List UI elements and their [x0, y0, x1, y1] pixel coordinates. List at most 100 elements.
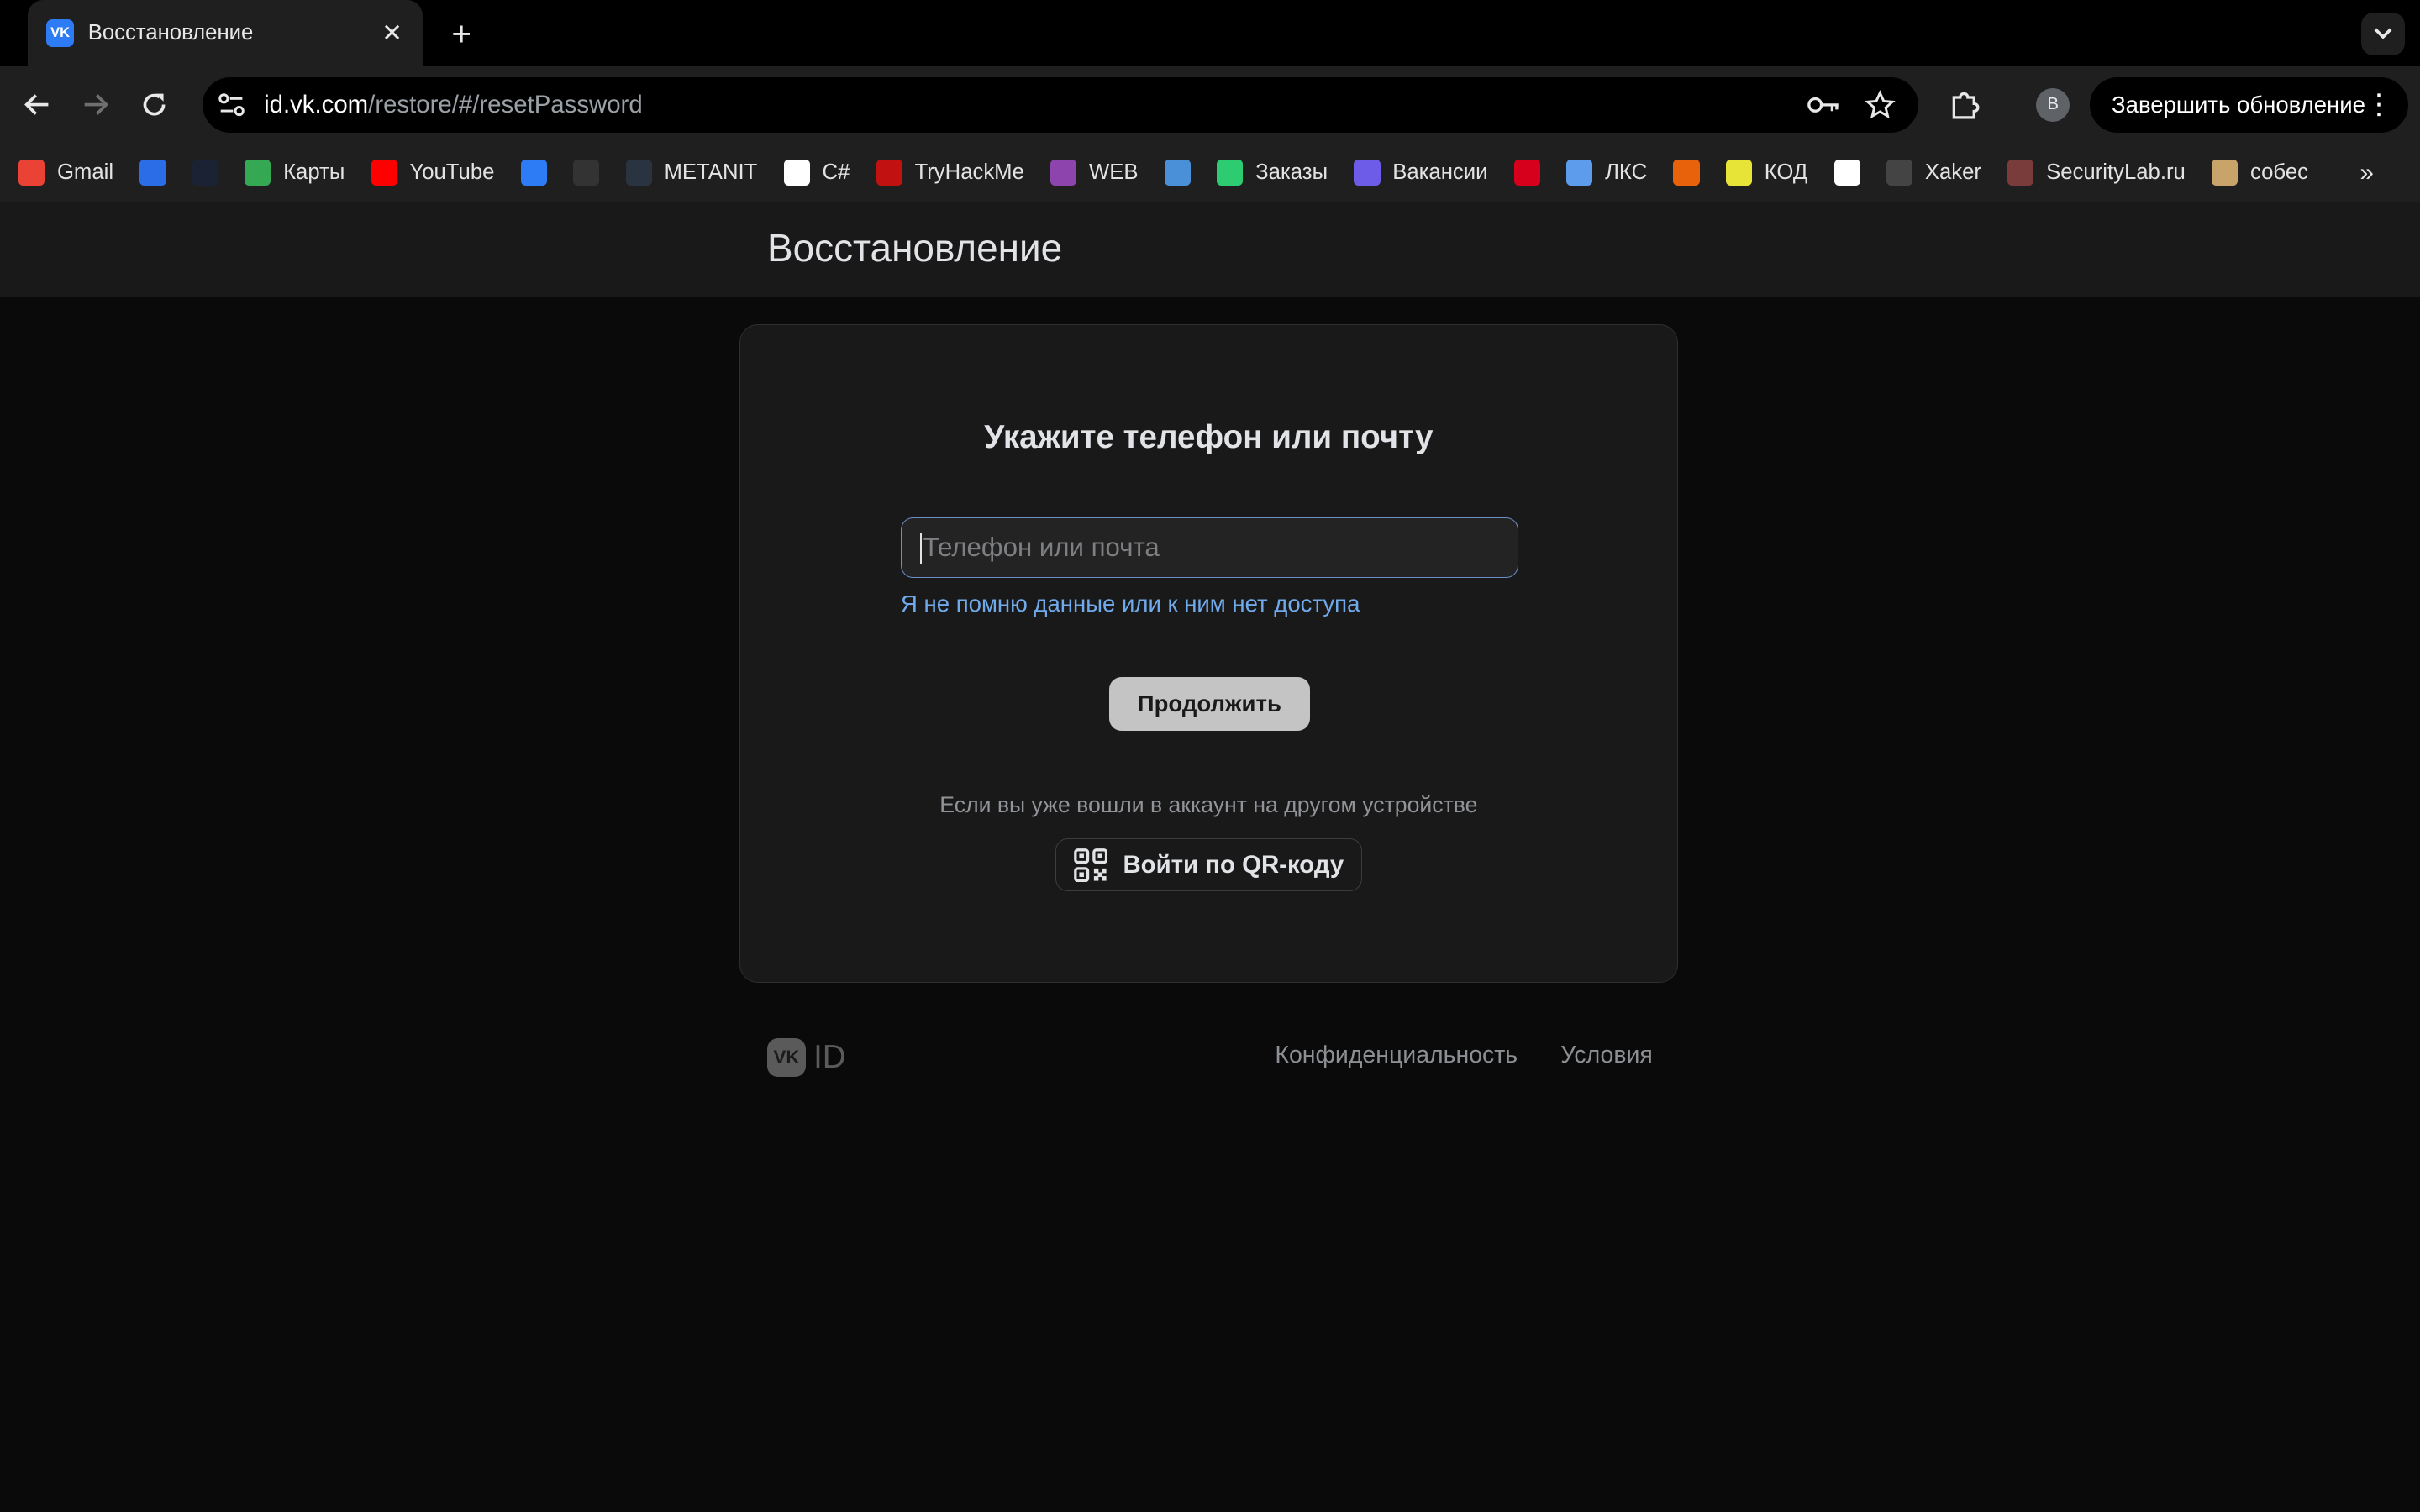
phone-or-email-field[interactable] — [900, 517, 1518, 579]
xaker-icon — [1886, 159, 1913, 186]
tab-strip: VK Восстановление ✕ + — [0, 0, 2420, 66]
gmail-icon — [18, 159, 45, 186]
qr-login-label: Войти по QR-коду — [1123, 850, 1344, 879]
bookmark-item[interactable] — [520, 159, 547, 186]
bookmark-item[interactable]: SecurityLab.ru — [2007, 159, 2186, 186]
qr-code-icon — [1073, 848, 1107, 882]
gear-icon — [1164, 159, 1192, 186]
html-icon — [1050, 159, 1077, 186]
bookmarks-bar: Gmail Карты YouTube METANIT C# TryHackMe WEB За… — [0, 143, 2420, 202]
bookmark-label: WEB — [1089, 160, 1139, 184]
gear-icon — [1354, 159, 1381, 186]
tab-title: Восстановление — [87, 20, 254, 45]
key-icon[interactable] — [1807, 90, 1841, 121]
finish-update-label: Завершить обновление — [2112, 91, 2365, 118]
bookmark-label: TryHackMe — [914, 160, 1024, 184]
url-text[interactable]: id.vk.com/restore/#/resetPassword — [264, 91, 643, 119]
bookmark-item[interactable]: YouTube — [371, 159, 495, 186]
finish-update-button[interactable]: Завершить обновление ⋮ — [2090, 76, 2408, 133]
bookmark-item[interactable]: Карты — [245, 159, 345, 186]
close-tab-icon[interactable]: ✕ — [376, 18, 408, 48]
bookmark-label: КОД — [1764, 160, 1808, 184]
more-bookmarks-chevron-icon[interactable]: » — [2360, 159, 2374, 187]
monitor-icon — [1566, 159, 1593, 186]
terms-link[interactable]: Условия — [1560, 1042, 1653, 1069]
bookmark-label: YouTube — [409, 160, 495, 184]
forward-arrow-icon[interactable] — [76, 85, 116, 125]
maps-pin-icon — [245, 159, 271, 186]
bookmark-label: Заказы — [1255, 160, 1328, 184]
id-logo-text: ID — [813, 1039, 846, 1076]
bookmark-item[interactable] — [139, 159, 166, 186]
vk-logo-icon: VK — [766, 1038, 806, 1078]
bookmark-item[interactable] — [1513, 159, 1540, 186]
tab-search-chevron-icon[interactable] — [2361, 12, 2405, 56]
bookmark-label: SecurityLab.ru — [2046, 160, 2186, 184]
bookmark-item[interactable]: Вакансии — [1354, 159, 1488, 186]
bookmark-label: Xaker — [1924, 160, 1981, 184]
reload-icon[interactable] — [134, 85, 175, 125]
kontur-icon — [1673, 159, 1700, 186]
continue-button[interactable]: Продолжить — [1108, 676, 1310, 731]
bookmark-item[interactable]: ЛКС — [1566, 159, 1648, 186]
bookmark-item[interactable]: собес — [2212, 159, 2308, 186]
url-path: /restore/#/resetPassword — [368, 90, 643, 118]
back-arrow-icon[interactable] — [17, 85, 57, 125]
metanit-icon — [625, 159, 652, 186]
bookmark-label: Gmail — [56, 160, 114, 184]
privacy-link[interactable]: Конфиденциальность — [1275, 1042, 1518, 1069]
play-icon — [192, 159, 218, 186]
kebab-menu-icon[interactable]: ⋮ — [2365, 91, 2392, 118]
bookmark-item[interactable]: КОД — [1725, 159, 1808, 186]
bookmark-item[interactable] — [1164, 159, 1192, 186]
bookmark-item[interactable]: TryHackMe — [876, 159, 1024, 186]
tab-active[interactable]: VK Восстановление ✕ — [28, 0, 424, 66]
text-caret — [920, 532, 922, 564]
bookmark-label: C# — [822, 160, 850, 184]
bookmark-label: METANIT — [664, 160, 758, 184]
kod-icon — [1725, 159, 1753, 186]
extensions-puzzle-icon[interactable] — [1945, 85, 1986, 125]
browser-window: VK Восстановление ✕ + id.vk.com/restore/… — [0, 0, 2420, 1078]
url-host: id.vk.com — [264, 90, 369, 118]
phone-or-email-input[interactable] — [920, 531, 1498, 565]
bookmark-item[interactable]: C# — [783, 159, 850, 186]
mail-icon — [139, 159, 166, 186]
vk-id-logo[interactable]: VK ID — [766, 1038, 846, 1078]
vk-icon — [520, 159, 547, 186]
site-info-icon[interactable] — [214, 88, 248, 122]
hh-icon — [1513, 159, 1540, 186]
star-bookmark-icon[interactable] — [1863, 89, 1897, 121]
address-bar[interactable]: id.vk.com/restore/#/resetPassword — [202, 76, 1919, 133]
youtube-icon — [371, 159, 397, 186]
bookmark-label: Карты — [283, 160, 345, 184]
bookmark-item[interactable]: Xaker — [1886, 159, 1981, 186]
bookmark-item[interactable] — [573, 159, 600, 186]
bookmark-label: собес — [2249, 160, 2308, 184]
no-access-link[interactable]: Я не помню данные или к ним нет доступа — [901, 591, 1360, 617]
bookmark-item[interactable]: Gmail — [18, 159, 114, 186]
bookmark-item[interactable]: WEB — [1050, 159, 1139, 186]
bookmark-item[interactable]: METANIT — [625, 159, 758, 186]
swirl-icon — [573, 159, 600, 186]
bookmark-item[interactable] — [192, 159, 218, 186]
bookmark-label: Вакансии — [1392, 160, 1488, 184]
securitylab-icon — [2007, 159, 2034, 186]
bookmark-item[interactable]: Заказы — [1217, 159, 1328, 186]
github-icon — [1833, 159, 1860, 186]
profile-avatar[interactable]: B — [2036, 87, 2070, 123]
qr-login-button[interactable]: Войти по QR-коду — [1055, 838, 1363, 891]
browser-toolbar: id.vk.com/restore/#/resetPassword B Заве… — [0, 66, 2420, 144]
new-tab-icon[interactable]: + — [441, 15, 481, 52]
page-title: Восстановление — [766, 226, 1063, 270]
vk-favicon-icon: VK — [46, 18, 75, 48]
bookmark-label: ЛКС — [1605, 160, 1648, 184]
bookmark-item[interactable] — [1833, 159, 1860, 186]
restore-card: Укажите телефон или почту Я не помню дан… — [739, 323, 1678, 984]
gear-icon — [1217, 159, 1244, 186]
bookmark-item[interactable] — [1673, 159, 1700, 186]
page-header: Восстановление — [0, 202, 2420, 297]
cloud-icon — [876, 159, 902, 186]
image-icon — [2212, 159, 2238, 186]
other-device-hint: Если вы уже вошли в аккаунт на другом ус… — [939, 792, 1478, 818]
